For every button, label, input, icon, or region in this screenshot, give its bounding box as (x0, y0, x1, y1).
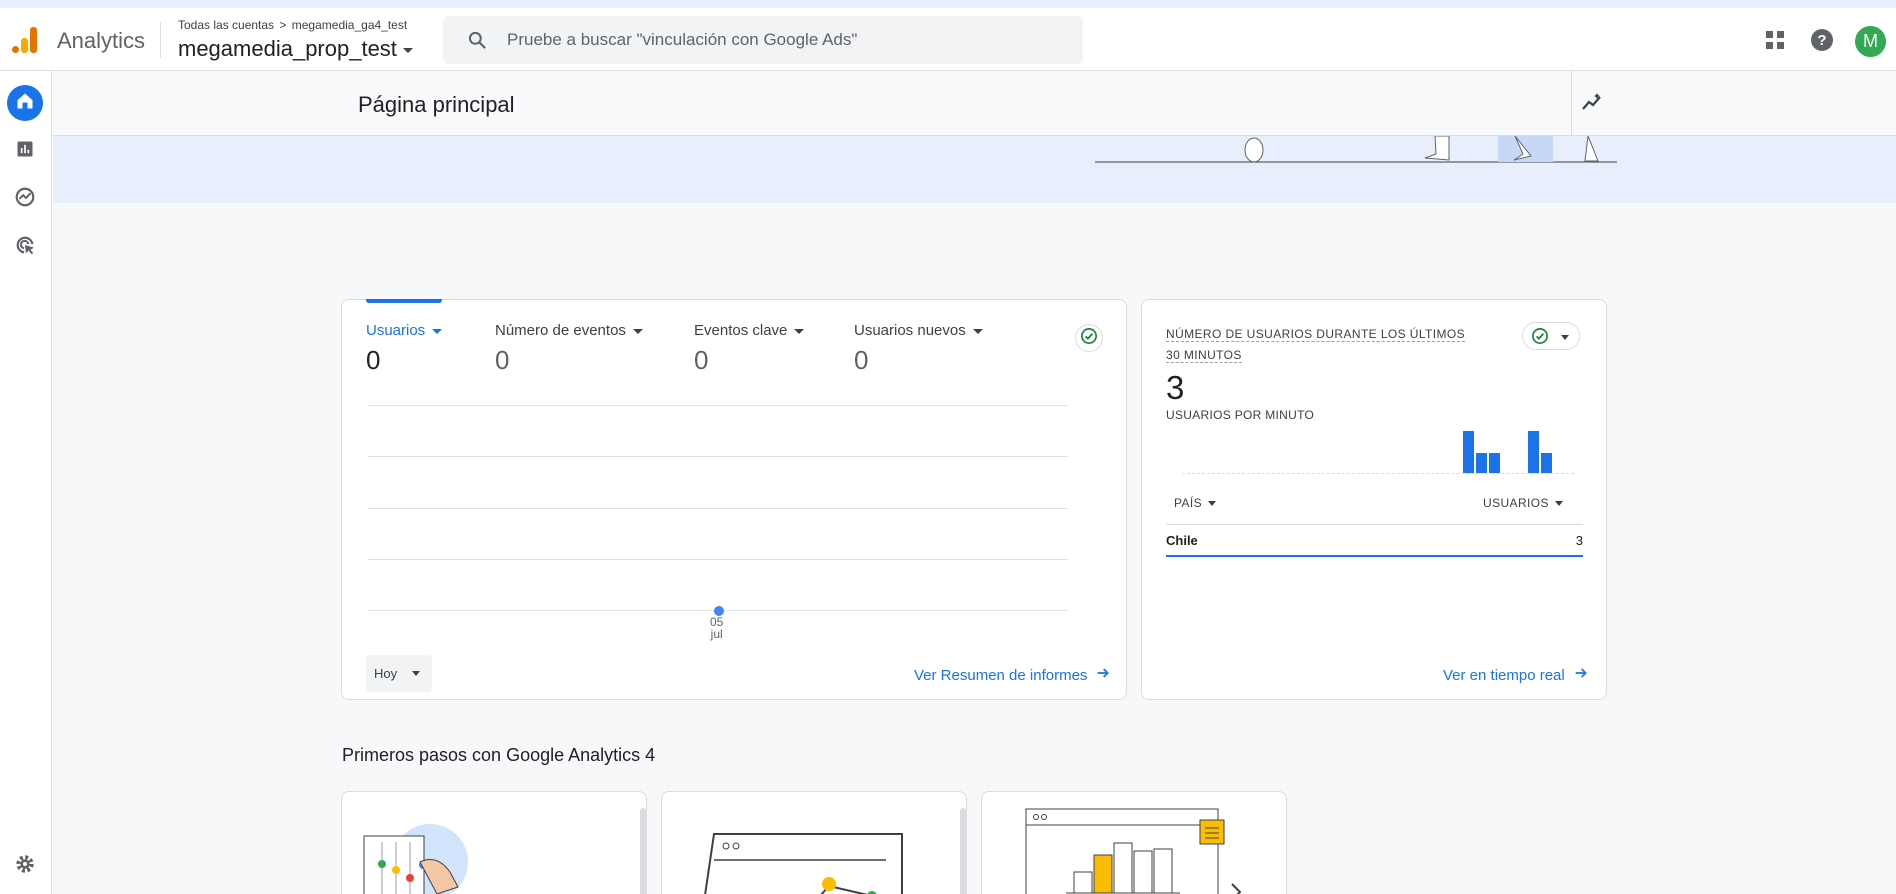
metric-label[interactable]: Usuarios (366, 322, 443, 339)
realtime-status-dropdown[interactable] (1522, 322, 1580, 350)
nav-advertising[interactable] (7, 229, 43, 265)
chevron-down-icon (1554, 501, 1563, 507)
divider (1571, 71, 1572, 135)
chevron-down-icon (1208, 501, 1217, 507)
help-icon[interactable]: ? (1808, 26, 1836, 54)
breadcrumb[interactable]: Todas las cuentas > megamedia_ga4_test (178, 18, 407, 32)
top-strip (0, 0, 1896, 8)
page-header: Página principal (53, 71, 1896, 136)
avatar[interactable]: M (1855, 26, 1886, 57)
table-row[interactable]: Chile 3 (1166, 531, 1583, 557)
users-per-minute-bar (1463, 431, 1474, 473)
users-per-minute-bar (1528, 431, 1539, 473)
metric-value: 0 (495, 345, 510, 375)
chevron-down-icon (1561, 335, 1569, 340)
metric-label[interactable]: Número de eventos (495, 322, 643, 339)
view-realtime-link[interactable]: Ver en tiempo real (1443, 665, 1589, 685)
gridline (368, 559, 1068, 560)
realtime-title: NÚMERO DE USUARIOS DURANTE LOS ÚLTIMOS 30… (1166, 327, 1466, 363)
insights-button[interactable] (1577, 89, 1607, 119)
chevron-down-icon (794, 328, 805, 334)
country-cell: Chile (1166, 533, 1198, 548)
chevron-down-icon (432, 328, 443, 334)
welcome-banner (53, 136, 1896, 203)
app-name: Analytics (57, 28, 146, 53)
check-circle-icon (1080, 327, 1098, 350)
left-nav (0, 71, 52, 894)
scrollbar[interactable] (960, 808, 966, 894)
users-per-minute-bar (1489, 453, 1500, 473)
data-stream-illustration (704, 833, 903, 894)
per-minute-label: USUARIOS POR MINUTO (1166, 408, 1315, 422)
reports-icon (15, 139, 35, 164)
chevron-down-icon (972, 328, 983, 334)
nav-reports[interactable] (7, 133, 43, 169)
chevron-down-icon (412, 671, 420, 676)
users-cell: 3 (1575, 533, 1583, 548)
gridline (368, 508, 1068, 509)
nav-settings[interactable] (7, 848, 43, 884)
check-circle-icon (1531, 327, 1549, 350)
settings-icon (14, 853, 36, 880)
search-input[interactable]: Pruebe a buscar "vinculación con Google … (507, 30, 857, 50)
data-quality-button[interactable] (1075, 324, 1103, 352)
metric-event-count[interactable]: Número de eventos 0 (495, 322, 643, 376)
explore-icon (14, 186, 36, 213)
banner-illustration (1095, 136, 1617, 163)
section-title: Primeros pasos con Google Analytics 4 (342, 745, 656, 765)
chevron-down-icon (632, 328, 643, 334)
chevron-right-icon: > (279, 18, 287, 32)
chevron-down-icon (402, 47, 413, 53)
breadcrumb-account[interactable]: megamedia_ga4_test (292, 18, 407, 32)
scrollbar[interactable] (640, 808, 646, 894)
view-reports-link[interactable]: Ver Resumen de informes (914, 665, 1111, 685)
insights-icon (1580, 90, 1604, 119)
col-country[interactable]: PAÍS (1174, 496, 1217, 510)
users-per-minute-bar (1541, 453, 1552, 473)
reports-illustration (1025, 808, 1242, 894)
analytics-logo[interactable] (10, 25, 40, 55)
metric-value: 0 (366, 345, 381, 375)
metric-value: 0 (854, 345, 869, 375)
x-tick-label: 05 jul (710, 615, 724, 641)
svg-text:?: ? (1817, 32, 1826, 49)
breadcrumb-root[interactable]: Todas las cuentas (178, 18, 274, 32)
users-per-minute-chart (1182, 430, 1574, 474)
getting-started-card[interactable] (661, 791, 967, 894)
page-title: Página principal (358, 92, 515, 117)
property-selector[interactable]: megamedia_prop_test (178, 36, 413, 62)
realtime-total: 3 (1166, 369, 1185, 406)
gridline (368, 456, 1068, 457)
overview-card: Usuarios 0 Número de eventos 0 Eventos c… (341, 299, 1127, 700)
top-bar: Analytics Todas las cuentas > megamedia_… (0, 8, 1896, 71)
metric-new-users[interactable]: Usuarios nuevos 0 (854, 322, 983, 376)
search-icon (467, 30, 487, 55)
metric-label[interactable]: Eventos clave (694, 322, 805, 339)
getting-started-card[interactable] (981, 791, 1287, 894)
metric-value: 0 (694, 345, 709, 375)
nav-explore[interactable] (7, 181, 43, 217)
property-name: megamedia_prop_test (178, 36, 397, 61)
divider (160, 22, 161, 58)
metric-label[interactable]: Usuarios nuevos (854, 322, 983, 339)
tab-indicator (366, 299, 442, 303)
date-range-dropdown[interactable]: Hoy (366, 655, 432, 692)
getting-started-card[interactable] (341, 791, 647, 894)
setup-illustration (363, 824, 468, 894)
search-bar[interactable]: Pruebe a buscar "vinculación con Google … (443, 16, 1083, 64)
divider (1166, 524, 1583, 525)
apps-grid-icon[interactable] (1761, 26, 1789, 54)
arrow-right-icon (1095, 665, 1111, 685)
home-icon (15, 91, 35, 116)
metric-users[interactable]: Usuarios 0 (366, 322, 443, 376)
users-per-minute-bar (1476, 453, 1487, 473)
nav-home[interactable] (7, 85, 43, 121)
col-users[interactable]: USUARIOS (1483, 496, 1563, 510)
gridline (368, 405, 1068, 406)
advertising-icon (14, 234, 36, 261)
arrow-right-icon (1573, 665, 1589, 685)
realtime-card: NÚMERO DE USUARIOS DURANTE LOS ÚLTIMOS 30… (1141, 299, 1607, 700)
metric-key-events[interactable]: Eventos clave 0 (694, 322, 805, 376)
